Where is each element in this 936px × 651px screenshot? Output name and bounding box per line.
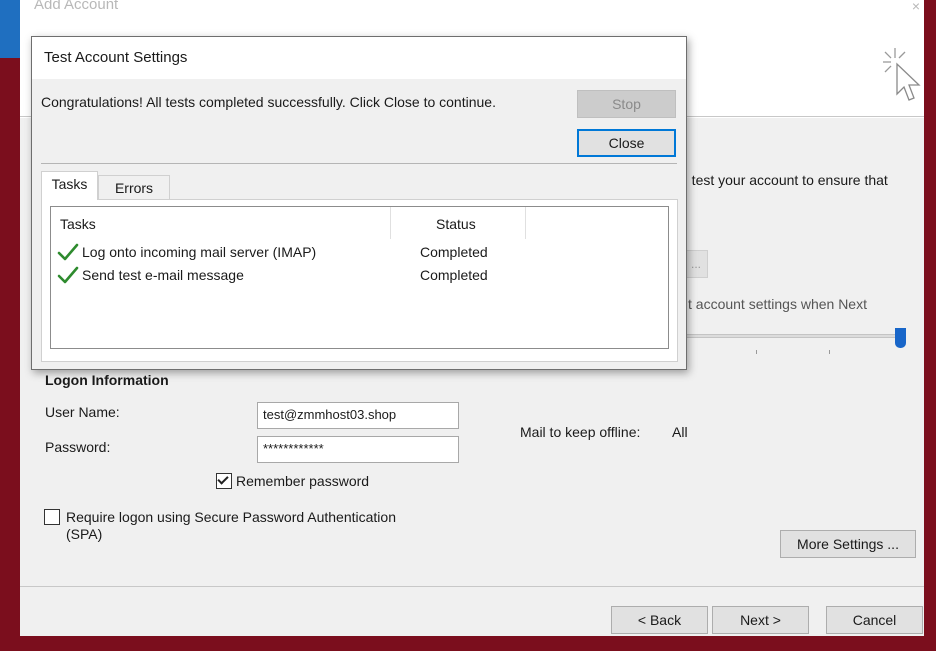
tab-tasks[interactable]: Tasks — [41, 171, 98, 200]
column-divider — [390, 207, 391, 239]
task-status: Completed — [420, 244, 488, 260]
remember-password-label: Remember password — [236, 473, 370, 489]
dialog-message: Congratulations! All tests completed suc… — [41, 94, 496, 110]
column-header-tasks[interactable]: Tasks — [60, 216, 96, 232]
checkmark-icon — [57, 266, 79, 284]
more-settings-button[interactable]: More Settings ... — [780, 530, 916, 558]
spa-label: Require logon using Secure Password Auth… — [66, 509, 396, 525]
password-label: Password: — [45, 439, 111, 455]
tasks-panel: Tasks Status Log onto incoming mail serv… — [41, 199, 678, 362]
close-button[interactable]: Close — [577, 129, 676, 157]
background-auto-test-text: t account settings when Next — [688, 296, 867, 312]
checkmark-icon — [217, 473, 229, 485]
mail-offline-label: Mail to keep offline: — [520, 424, 641, 440]
remember-password-checkbox[interactable] — [216, 473, 232, 489]
dialog-titlebar: Test Account Settings — [32, 37, 686, 79]
task-name: Log onto incoming mail server (IMAP) — [82, 244, 317, 260]
checkmark-icon — [57, 243, 79, 261]
dialog-title: Test Account Settings — [44, 49, 188, 66]
test-account-settings-button[interactable]: ... — [684, 250, 708, 278]
slider-tick — [756, 350, 757, 354]
spa-label-continued: (SPA) — [66, 526, 103, 542]
list-header: Tasks Status — [51, 207, 668, 239]
username-field[interactable]: test@zmmhost03.shop — [257, 402, 459, 429]
next-button[interactable]: Next > — [712, 606, 809, 634]
list-item[interactable]: Log onto incoming mail server (IMAP) Com… — [51, 241, 668, 264]
slider-tick — [829, 350, 830, 354]
main-titlebar: Add Account × — [20, 0, 924, 22]
spa-checkbox[interactable] — [44, 509, 60, 525]
tasks-list[interactable]: Tasks Status Log onto incoming mail serv… — [50, 206, 669, 349]
background-description: u test your account to ensure that — [680, 172, 888, 188]
task-name: Send test e-mail message — [82, 267, 244, 283]
main-window-title: Add Account — [34, 0, 119, 13]
column-header-status[interactable]: Status — [436, 216, 476, 232]
tab-errors[interactable]: Errors — [98, 175, 170, 202]
cancel-button[interactable]: Cancel — [826, 606, 923, 634]
task-status: Completed — [420, 267, 488, 283]
username-label: User Name: — [45, 404, 120, 420]
column-divider — [525, 207, 526, 239]
background-window-edge — [0, 0, 22, 58]
close-icon[interactable]: × — [912, 0, 920, 14]
logon-information-heading: Logon Information — [45, 372, 169, 388]
mail-offline-value: All — [672, 424, 688, 440]
wizard-footer: < Back Next > Cancel — [20, 587, 924, 636]
back-button[interactable]: < Back — [611, 606, 708, 634]
list-item[interactable]: Send test e-mail message Completed — [51, 264, 668, 287]
stop-button[interactable]: Stop — [577, 90, 676, 118]
test-account-settings-dialog: Test Account Settings Congratulations! A… — [31, 36, 687, 370]
mail-offline-slider-thumb[interactable] — [895, 328, 906, 348]
dialog-separator — [41, 163, 677, 164]
password-field[interactable]: ************ — [257, 436, 459, 463]
wizard-sparkle-cursor-icon — [883, 48, 921, 101]
